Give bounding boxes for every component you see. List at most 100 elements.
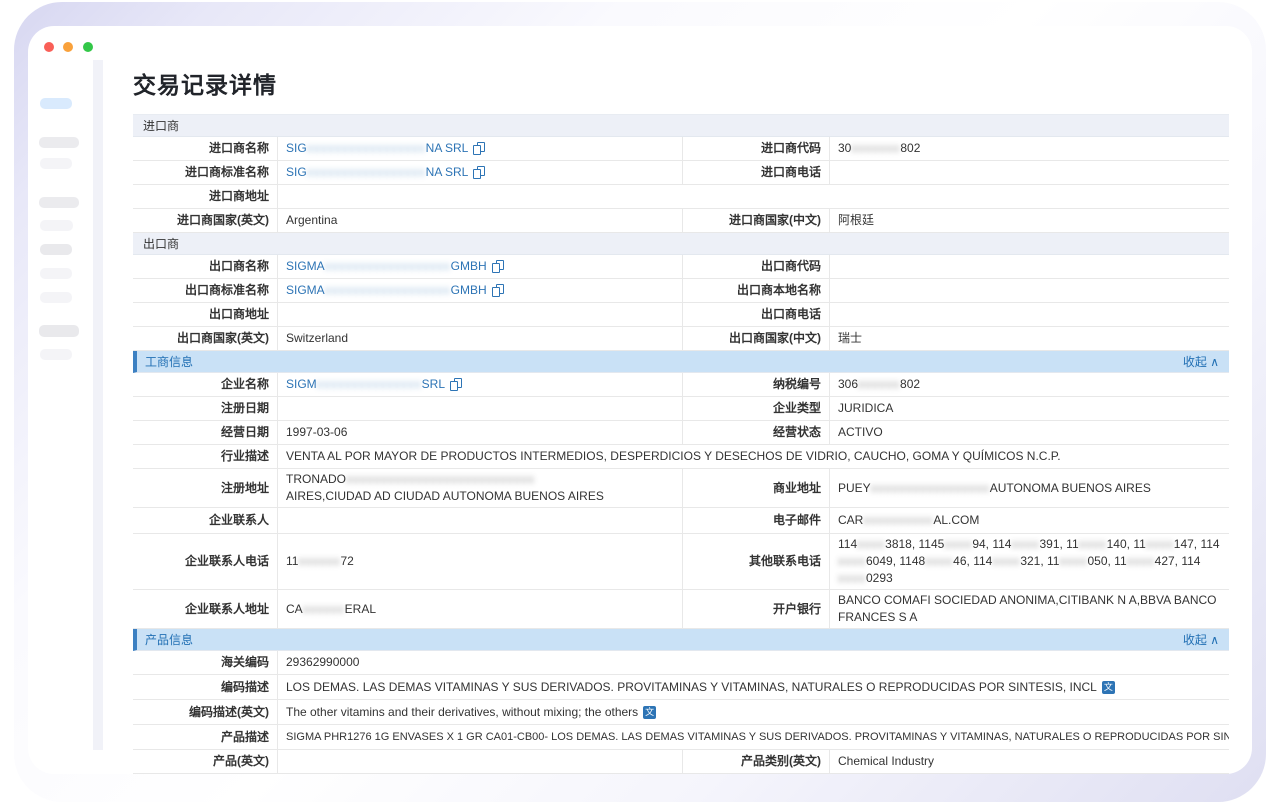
entity-link[interactable]: xxxxxxxxxxxxxxxxx [307,140,426,157]
field-value: CAR xxxxxxxxxx AL.COM [830,508,1229,533]
field-value: Switzerland [278,327,683,350]
field-value: 29362990000 [278,651,1229,674]
field-value: LOS DEMAS. LAS DEMAS VITAMINAS Y SUS DER… [278,675,1229,699]
value-text: 3818, 1145 [885,536,944,553]
field-label: 出口商本地名称 [683,279,830,302]
table-row: 注册地址TRONADO xxxxxxxxxxxxxxxxxxxxxxxxxxx … [133,469,1229,508]
table-row: 进口商名称SIG xxxxxxxxxxxxxxxxx NA SRL进口商代码30… [133,137,1229,161]
field-label: 企业名称 [133,373,278,396]
field-value: 30 xxxxxxx 802 [830,137,1229,160]
field-label: 产品描述 [133,725,278,749]
value-text: xxxx [1011,536,1039,553]
value-text: xxxxxx [858,376,900,393]
field-value: SIGMA xxxxxxxxxxxxxxxxxx GMBH [278,279,683,302]
field-value [278,303,683,326]
field-value [830,303,1229,326]
entity-link[interactable]: xxxxxxxxxxxxxxxxx [307,164,426,181]
field-label: 注册日期 [133,397,278,420]
section-title: 产品信息 [145,631,193,648]
field-value: ACTIVO [830,421,1229,444]
table-row: 企业名称SIGM xxxxxxxxxxxxxxx SRL纳税编号306 xxxx… [133,373,1229,397]
value-text: xxxxxx [303,601,345,618]
field-value: Chemical Industry [830,750,1229,773]
entity-link[interactable]: xxxxxxxxxxxxxxx [317,376,422,393]
sidebar-skeleton-item [40,349,72,360]
copy-icon[interactable] [492,284,504,297]
value-text: xxxx [838,553,866,570]
entity-link[interactable]: SRL [422,376,445,393]
table-row: 编码描述(英文)The other vitamins and their der… [133,700,1229,725]
field-value [278,397,683,420]
entity-link[interactable]: SIGMA [286,282,325,299]
sidebar-skeleton-item [40,158,72,169]
field-label: 进口商国家(英文) [133,209,278,232]
sidebar-skeleton-item [40,292,72,303]
entity-link[interactable]: NA SRL [426,140,469,157]
field-value: SIGM xxxxxxxxxxxxxxx SRL [278,373,683,396]
table-row: 企业联系人地址CA xxxxxx ERAL开户银行BANCO COMAFI SO… [133,590,1229,629]
collapse-toggle[interactable]: 收起 ∧ [1183,353,1219,370]
entity-link[interactable]: xxxxxxxxxxxxxxxxxx [325,282,451,299]
table-row: 注册日期 企业类型 JURIDICA [133,397,1229,421]
value-text: 0293 [866,570,893,587]
field-label: 出口商地址 [133,303,278,326]
entity-link[interactable]: GMBH [451,258,487,275]
value-text: 94, 114 [972,536,1011,553]
value-text: xxxx [1127,553,1155,570]
copy-icon[interactable] [450,378,462,391]
entity-link[interactable]: NA SRL [426,164,469,181]
field-value: SIGMA PHR1276 1G ENVASES X 1 GR CA01-CB0… [278,725,1229,749]
translate-icon[interactable] [643,706,656,719]
copy-icon[interactable] [473,142,485,155]
section-header-importer: 进口商 [133,115,1229,137]
value-text: 050, 11 [1087,553,1126,570]
entity-link[interactable]: SIG [286,164,307,181]
field-label: 企业联系人地址 [133,590,278,628]
field-value: 阿根廷 [830,209,1229,232]
copy-icon[interactable] [473,166,485,179]
translate-icon[interactable] [1102,681,1115,694]
entity-link[interactable]: xxxxxxxxxxxxxxxxxx [325,258,451,275]
sidebar-skeleton-item [40,244,72,255]
field-value: SIG xxxxxxxxxxxxxxxxx NA SRL [278,161,683,184]
copy-icon[interactable] [492,260,504,273]
table-row: 出口商标准名称SIGMA xxxxxxxxxxxxxxxxxx GMBH出口商本… [133,279,1229,303]
value-text: JURIDICA [838,400,893,417]
table-row: 企业联系人电话11 xxxxxx 72其他联系电话114xxxx3818, 11… [133,534,1229,590]
sidebar-skeleton-item [40,268,72,279]
table-row: 产品描述SIGMA PHR1276 1G ENVASES X 1 GR CA01… [133,725,1229,750]
value-text: TRONADO [286,471,346,488]
value-text: 29362990000 [286,654,359,671]
sidebar-skeleton-item [39,325,79,337]
app-window: 交易记录详情 进口商进口商名称SIG xxxxxxxxxxxxxxxxx NA … [28,26,1252,774]
table-row: 行业描述VENTA AL POR MAYOR DE PRODUCTOS INTE… [133,445,1229,469]
sidebar-skeleton-item [40,220,73,231]
field-label: 企业类型 [683,397,830,420]
value-text: xxxx [944,536,972,553]
field-label: 纳税编号 [683,373,830,396]
field-label: 产品(英文) [133,750,278,773]
field-label: 经营状态 [683,421,830,444]
value-text: xxxxxxx [851,140,900,157]
value-text: xxxx [925,553,953,570]
entity-link[interactable]: SIG [286,140,307,157]
field-value: VENTA AL POR MAYOR DE PRODUCTOS INTERMED… [278,445,1229,468]
entity-link[interactable]: SIGM [286,376,317,393]
table-row: 进口商地址 [133,185,1229,209]
value-text: VENTA AL POR MAYOR DE PRODUCTOS INTERMED… [286,448,1061,465]
sidebar [28,26,93,774]
field-value: 306 xxxxxx 802 [830,373,1229,396]
field-value [278,185,1229,208]
collapse-toggle[interactable]: 收起 ∧ [1183,631,1219,648]
value-text: xxxx [1059,553,1087,570]
field-value [278,508,683,533]
value-text: 72 [340,553,353,570]
entity-link[interactable]: SIGMA [286,258,325,275]
section-title: 出口商 [143,235,179,252]
value-text: AUTONOMA BUENOS AIRES [990,480,1151,497]
field-label: 出口商电话 [683,303,830,326]
field-label: 进口商名称 [133,137,278,160]
entity-link[interactable]: GMBH [451,282,487,299]
value-text: 11 [286,553,298,570]
field-label: 出口商标准名称 [133,279,278,302]
